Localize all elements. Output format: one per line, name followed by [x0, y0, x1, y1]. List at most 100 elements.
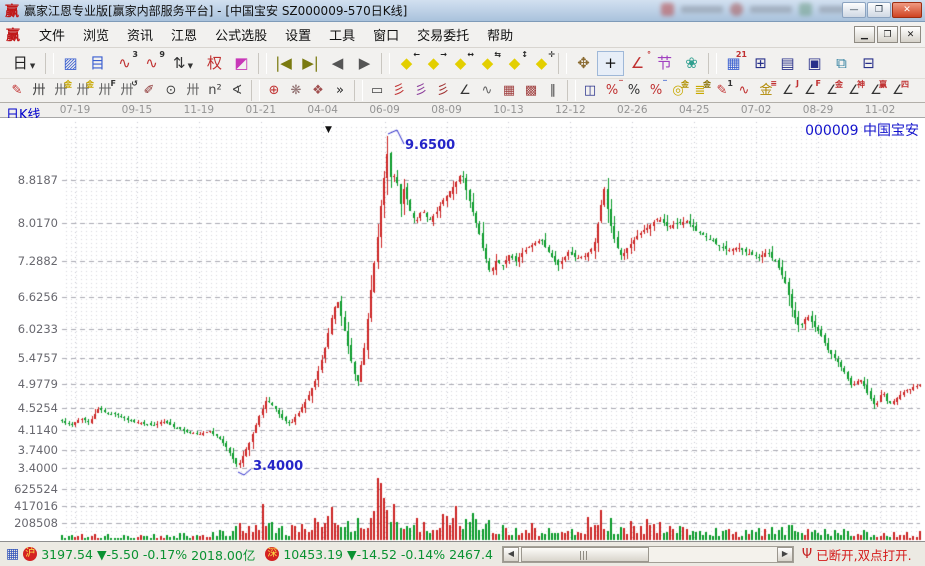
compress-left-icon[interactable]: ◆← — [393, 51, 420, 76]
date-tick: 11-19 — [177, 104, 221, 116]
menu-item-settings[interactable]: 设置 — [276, 22, 320, 47]
gold-grid-2-icon[interactable]: 卅金 — [72, 80, 94, 101]
wave-9-icon[interactable]: ∿9 — [138, 51, 165, 76]
menu-item-gann[interactable]: 江恩 — [162, 22, 206, 47]
time-circle-icon[interactable]: ⊙ — [160, 80, 182, 101]
calculator-icon[interactable]: ⊞ — [747, 51, 774, 76]
notes-icon[interactable]: ▤ — [774, 51, 801, 76]
mdi-close-button[interactable]: ✕ — [900, 26, 921, 43]
expand-horizontal-icon[interactable]: ◆⇆ — [474, 51, 501, 76]
pen-tool-icon[interactable]: ✎ — [6, 80, 28, 101]
shen-angle-icon[interactable]: ∠神 — [843, 80, 865, 101]
window-close-button[interactable]: ✕ — [892, 2, 922, 18]
gold-circle-icon[interactable]: ◎金 — [667, 80, 689, 101]
toolbar-separator — [708, 53, 717, 74]
restore-rights-icon[interactable]: 权 — [201, 51, 228, 76]
scrollbar-track[interactable] — [519, 547, 777, 562]
zigzag-icon[interactable]: ∿ — [476, 80, 498, 101]
f-angle-icon[interactable]: ∠F — [799, 80, 821, 101]
percent-icon[interactable]: % — [623, 80, 645, 101]
connection-status[interactable]: 已断开,双点打开. — [816, 545, 911, 564]
gold-grid-icon[interactable]: 卅金 — [50, 80, 72, 101]
first-bar-button[interactable]: |◀ — [270, 51, 297, 76]
compass-star-icon[interactable]: ❋ — [285, 80, 307, 101]
color-chart-icon[interactable]: ◩ — [228, 51, 255, 76]
menu-item-window[interactable]: 窗口 — [364, 22, 408, 47]
box-range-icon[interactable]: ▭ — [366, 80, 388, 101]
n-square-icon[interactable]: n² — [204, 80, 226, 101]
info-panel-icon[interactable]: 目 — [84, 51, 111, 76]
tray-icon-blurred[interactable] — [661, 3, 674, 16]
percent-blue-icon[interactable]: %‾ — [645, 80, 667, 101]
compress-right-icon[interactable]: ◆→ — [420, 51, 447, 76]
swing-marker-icon: ▼ — [325, 126, 332, 135]
j-angle-icon[interactable]: ∠J — [777, 80, 799, 101]
kline-pattern-icon[interactable]: ▨ — [57, 51, 84, 76]
menu-item-browse[interactable]: 浏览 — [74, 22, 118, 47]
expand-all-icon[interactable]: ◆✛ — [528, 51, 555, 76]
menu-item-trade[interactable]: 交易委托 — [408, 22, 478, 47]
market-table-icon[interactable]: ▦ — [6, 546, 19, 562]
brush-1-icon[interactable]: ✎1 — [711, 80, 733, 101]
matrix-2-icon[interactable]: ▩ — [520, 80, 542, 101]
fan-lines-icon[interactable]: 彡 — [388, 80, 410, 101]
channel-icon[interactable]: ∥ — [542, 80, 564, 101]
compress-horizontal-icon[interactable]: ◆↔ — [447, 51, 474, 76]
measure-pen-icon[interactable]: ✐ — [138, 80, 160, 101]
date-tick: 09-15 — [115, 104, 159, 116]
trend-angle-icon[interactable]: ∠ — [454, 80, 476, 101]
tray-icon-blurred[interactable] — [799, 3, 812, 16]
menu-item-file[interactable]: 文件 — [30, 22, 74, 47]
menu-item-formula-picker[interactable]: 公式选股 — [206, 22, 276, 47]
print-icon[interactable]: ⊟ — [855, 51, 882, 76]
window-minimize-button[interactable]: — — [842, 2, 866, 18]
window-maximize-button[interactable]: ❐ — [867, 2, 891, 18]
more-tools-chevron[interactable]: » — [329, 80, 351, 101]
compass-cross-icon[interactable]: ⊕ — [263, 80, 285, 101]
percent-line-icon[interactable]: %‾ — [601, 80, 623, 101]
gold-level-icon[interactable]: ≣金 — [689, 80, 711, 101]
wave-tool-icon[interactable]: ❀ — [678, 51, 705, 76]
fib-grid-icon[interactable]: 卅F — [94, 80, 116, 101]
menu-item-news[interactable]: 资讯 — [118, 22, 162, 47]
compass-square-icon[interactable]: ❖ — [307, 80, 329, 101]
export-icon[interactable]: ⧉ — [828, 51, 855, 76]
scrollbar-grip-icon — [580, 551, 589, 560]
calendar-icon[interactable]: ▦21 — [720, 51, 747, 76]
horizontal-scrollbar[interactable]: ◀ ▶ — [502, 546, 794, 563]
cycle-grid-icon[interactable]: 卅↺ — [116, 80, 138, 101]
fan-box-2-icon[interactable]: 彡 — [432, 80, 454, 101]
fan-box-icon[interactable]: 彡 — [410, 80, 432, 101]
price-scale-icon[interactable]: ◫ — [579, 80, 601, 101]
last-bar-button[interactable]: ▶| — [297, 51, 324, 76]
scroll-left-button[interactable]: ◀ — [503, 547, 519, 562]
kline-chart-canvas[interactable] — [0, 118, 925, 541]
scroll-right-button[interactable]: ▶ — [777, 547, 793, 562]
save-icon[interactable]: ▣ — [801, 51, 828, 76]
wave-marker-icon[interactable]: ∿ — [733, 80, 755, 101]
kline-style-dropdown[interactable]: 日▼ — [6, 51, 42, 76]
plain-grid-icon[interactable]: 卅 — [182, 80, 204, 101]
matrix-icon[interactable]: ▦ — [498, 80, 520, 101]
ying-angle-icon[interactable]: ∠赢 — [865, 80, 887, 101]
gold-line-icon[interactable]: 金≡ — [755, 80, 777, 101]
candle-style-dropdown[interactable]: ⇅▼ — [165, 51, 201, 76]
si-angle-icon[interactable]: ∠四 — [887, 80, 909, 101]
tray-icon-blurred[interactable] — [730, 3, 743, 16]
compress-vertical-icon[interactable]: ◆↕ — [501, 51, 528, 76]
angle-measure-icon[interactable]: ∠° — [624, 51, 651, 76]
gann-tool-icon[interactable]: 节 — [651, 51, 678, 76]
gann-grid-icon[interactable]: 卅 — [28, 80, 50, 101]
menu-item-tools[interactable]: 工具 — [320, 22, 364, 47]
angle-mirror-icon[interactable]: ∢ — [226, 80, 248, 101]
next-bar-button[interactable]: ▶ — [351, 51, 378, 76]
mdi-restore-button[interactable]: ❐ — [877, 26, 898, 43]
scrollbar-thumb[interactable] — [521, 547, 649, 562]
gold-angle-icon[interactable]: ∠金 — [821, 80, 843, 101]
crosshair-tool-icon[interactable]: + — [597, 51, 624, 76]
menu-item-help[interactable]: 帮助 — [478, 22, 522, 47]
hand-tool-icon[interactable]: ✥ — [570, 51, 597, 76]
prev-bar-button[interactable]: ◀ — [324, 51, 351, 76]
wave-3-icon[interactable]: ∿3 — [111, 51, 138, 76]
mdi-minimize-button[interactable]: ▁ — [854, 26, 875, 43]
